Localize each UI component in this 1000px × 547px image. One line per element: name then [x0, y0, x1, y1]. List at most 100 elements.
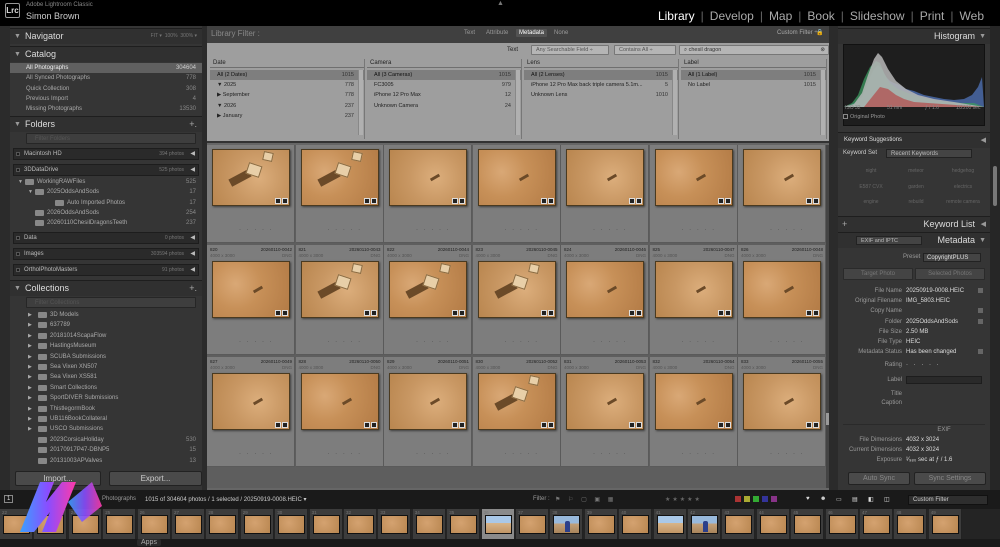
filmstrip-thumbnail[interactable]: 42 [688, 509, 721, 539]
column-header[interactable]: Lens [524, 59, 678, 68]
catalog-item[interactable]: Missing Photographs 13530 [10, 104, 202, 114]
navigator-zoom-options[interactable]: FIT ▾ 100% 300% ▾ [151, 29, 197, 44]
rating-dots[interactable]: · · · · · [770, 339, 805, 345]
filter-row[interactable]: ▶ September 778 [210, 90, 364, 100]
collection-item[interactable]: 20131003APValves 13 [10, 456, 202, 466]
volume-4[interactable]: OrtholPhotoMasters 91 photos ◀ [13, 264, 199, 276]
custom-filter-select[interactable]: Custom Filter [908, 495, 988, 505]
add-keyword-icon[interactable]: + [842, 217, 847, 232]
collection-item[interactable]: ▶ USCO Submissions [10, 424, 202, 434]
caption-field[interactable]: Caption [843, 398, 985, 408]
keyword-suggestion[interactable]: electrics [943, 184, 983, 190]
add-collection-icon[interactable]: +. [189, 281, 197, 296]
metadata-field[interactable]: File Name 20250919-0008.HEIC [843, 286, 985, 296]
grid-cell[interactable]: · · · · · [561, 145, 649, 243]
field-action-icon[interactable] [978, 318, 983, 324]
filter-row[interactable]: All (2 Dates) 1015 [210, 70, 364, 80]
grid-cell[interactable]: 820 20260110-0042 4000 x 3000 DNG · · · · · [207, 245, 295, 355]
rating-dots[interactable]: · · · · · [239, 451, 274, 457]
rating-dots[interactable]: · · · · · [682, 339, 717, 345]
badge-icons[interactable] [540, 310, 555, 316]
rating-dots[interactable]: · · · · · [770, 451, 805, 457]
badge-icons[interactable] [363, 310, 378, 316]
keyword-suggestion[interactable]: E587 CVX [851, 184, 891, 190]
keyword-suggestion[interactable]: engine [851, 199, 891, 205]
rating-dots[interactable]: · · · · · [682, 227, 717, 233]
keyword-suggestion[interactable]: garden [896, 184, 936, 190]
badge-icons[interactable] [806, 422, 820, 428]
badge-icons[interactable] [717, 310, 732, 316]
badge-icons[interactable] [363, 198, 378, 204]
metadata-field[interactable]: File Size 2.50 MB [843, 327, 985, 337]
collection-item[interactable]: ▶ HastingsMuseum [10, 341, 202, 351]
star-rating-filter[interactable]: ★★★★★ [665, 496, 702, 503]
filmstrip-thumbnail[interactable]: 40 [619, 509, 653, 539]
badge-icons[interactable] [363, 422, 378, 428]
grid-cell[interactable]: 829 20260110-0051 4000 x 3000 DNG · · · · · [384, 357, 472, 467]
folder-icon[interactable]: ▭ [836, 496, 842, 503]
catalog-header[interactable]: ▼ Catalog [10, 46, 202, 62]
filmstrip-thumbnail[interactable]: 32 [344, 509, 377, 539]
metadata-field[interactable]: File Type HEIC [843, 337, 985, 347]
module-web[interactable]: Web [954, 9, 990, 23]
filter-row[interactable]: iPhone 12 Pro Max 12 [367, 90, 521, 100]
folder-item[interactable]: 2026OddsAndSods 254 [10, 208, 202, 218]
page-1-button[interactable]: 1 [4, 495, 14, 503]
filmstrip-thumbnail[interactable]: 35 [447, 509, 481, 539]
grid-cell[interactable]: 826 20260110-0048 4000 x 3000 DNG · · · · · [738, 245, 826, 355]
collection-item[interactable]: ▶ Sea Vixen XN507 [10, 362, 202, 372]
rating-dots[interactable]: · · · · · [416, 227, 451, 233]
folder-item[interactable]: Auto Imported Photos 17 [10, 198, 202, 208]
filmstrip-thumbnail[interactable]: 29 [240, 509, 274, 539]
disclosure-icon[interactable]: ▶ [28, 341, 32, 351]
lock-icon[interactable]: 🔒 [816, 29, 823, 36]
volume-toggle-icon[interactable]: ◀ [190, 149, 195, 160]
filmstrip-thumbnail[interactable]: 43 [722, 509, 756, 539]
column-scrollbar[interactable] [820, 70, 825, 135]
grid-cell[interactable]: 827 20260110-0049 4000 x 3000 DNG · · · · · [207, 357, 295, 467]
module-slideshow[interactable]: Slideshow [844, 9, 911, 23]
filmstrip-thumbnail[interactable]: 37 [516, 509, 549, 539]
sync-settings-button[interactable]: Sync Settings [914, 472, 986, 485]
disclosure-icon[interactable]: ▶ [28, 372, 32, 382]
metadata-field[interactable]: Folder 2025OddsAndSods [843, 317, 985, 327]
grid-scroll-thumb[interactable] [826, 413, 829, 425]
grid-cell[interactable]: 831 20260110-0053 4000 x 3000 DNG · · · · · [561, 357, 649, 467]
contains-dropdown[interactable]: Contains All ÷ [614, 45, 676, 55]
disclosure-icon[interactable]: ▶ [28, 331, 32, 341]
field-action-icon[interactable] [978, 308, 983, 314]
collection-item[interactable]: ▶ 3D Models [10, 310, 202, 320]
grid-cell[interactable]: · · · · · [649, 145, 738, 243]
badge-icons[interactable] [806, 310, 820, 316]
grid-cell[interactable]: · · · · · [738, 145, 826, 243]
filter-tab-text[interactable]: Text [461, 29, 478, 37]
column-header[interactable]: Date [210, 59, 364, 68]
grid-cell[interactable]: 821 20260110-0043 4000 x 3000 DNG · · · · · [295, 245, 384, 355]
module-print[interactable]: Print [914, 9, 951, 23]
filmstrip-thumbnail[interactable]: 47 [860, 509, 893, 539]
rating-dots[interactable]: · · · · · [593, 339, 628, 345]
catalog-item[interactable]: Previous Import 4 [10, 94, 202, 104]
histogram-header[interactable]: Histogram ▼ [838, 28, 990, 44]
filmstrip-thumbnail[interactable]: 30 [275, 509, 309, 539]
folder-filter-input[interactable]: Filter Folders [26, 133, 196, 144]
chevron-up-icon[interactable]: ▲ [497, 0, 504, 7]
badge-icons[interactable] [275, 310, 289, 316]
flag-filter-icons[interactable]: ⚑ ⚐ ▢ ▣ ▦ [555, 496, 616, 503]
collection-item[interactable]: ▶ Sea Vixen XS581 [10, 372, 202, 382]
badge-icons[interactable] [806, 198, 820, 204]
badge-icons[interactable] [629, 310, 643, 316]
rating-dots[interactable]: · · · · · [328, 451, 363, 457]
grid-cell[interactable]: 825 20260110-0047 4000 x 3000 DNG · · · · · [649, 245, 738, 355]
badge-icons[interactable] [629, 198, 643, 204]
filmstrip-thumbnail[interactable]: 25 [103, 509, 137, 539]
rating-field[interactable]: Rating · · · · · [843, 360, 985, 370]
collection-item[interactable]: ▶ UB116BookCollateral [10, 414, 202, 424]
disclosure-icon[interactable]: ▶ [28, 362, 32, 372]
rating-dots[interactable]: · · · · · [505, 227, 540, 233]
filmstrip-thumbnail[interactable]: 49 [928, 509, 962, 539]
heart-icon[interactable]: ♥ [806, 496, 810, 502]
filmstrip-thumbnail[interactable]: 45 [791, 509, 825, 539]
keyword-suggestions-header[interactable]: Keyword Suggestions ◀ [838, 132, 990, 148]
export-button[interactable]: Export... [109, 471, 202, 486]
